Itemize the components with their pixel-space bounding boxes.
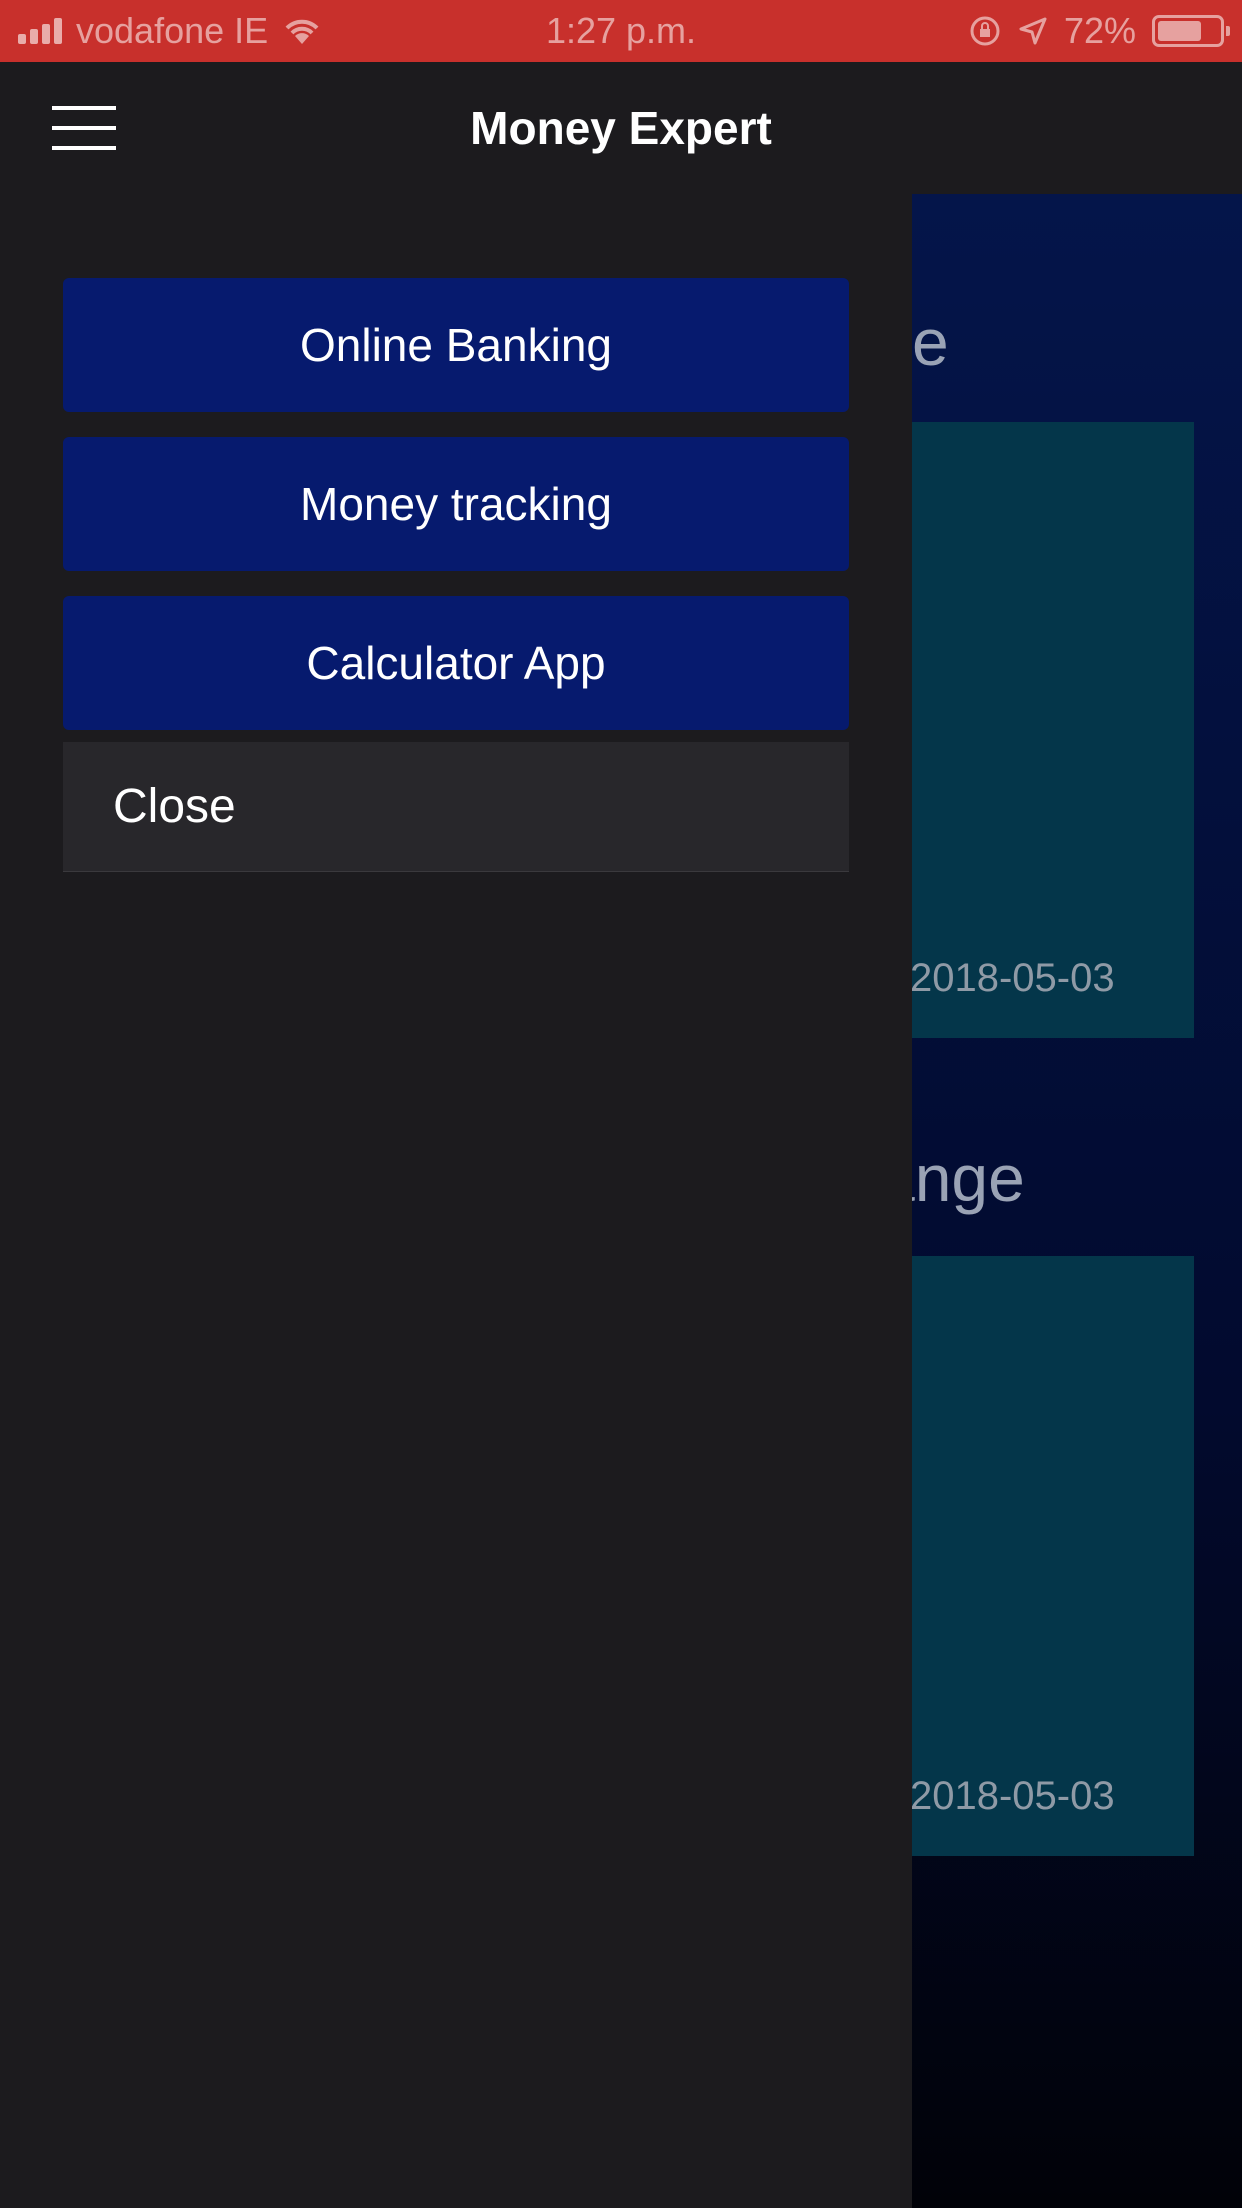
orientation-lock-icon xyxy=(970,16,1000,46)
status-bar: vodafone IE 1:27 p.m. 72% xyxy=(0,0,1242,62)
battery-percent: 72% xyxy=(1063,10,1136,51)
card-date: 2018-05-03 xyxy=(910,1774,1115,1818)
status-right: 72% xyxy=(968,0,1230,62)
side-drawer: Online Banking Money tracking Calculator… xyxy=(0,194,912,2208)
card-date: 2018-05-03 xyxy=(910,956,1115,1000)
page-title: Money Expert xyxy=(470,102,772,154)
online-banking-button[interactable]: Online Banking xyxy=(63,278,849,412)
nav-bar: Money Expert xyxy=(0,62,1242,194)
close-button[interactable]: Close xyxy=(63,742,849,872)
battery-icon xyxy=(1152,15,1230,47)
location-icon xyxy=(1019,17,1047,45)
calculator-app-button[interactable]: Calculator App xyxy=(63,596,849,730)
section-heading: e xyxy=(912,305,949,379)
money-tracking-button[interactable]: Money tracking xyxy=(63,437,849,571)
